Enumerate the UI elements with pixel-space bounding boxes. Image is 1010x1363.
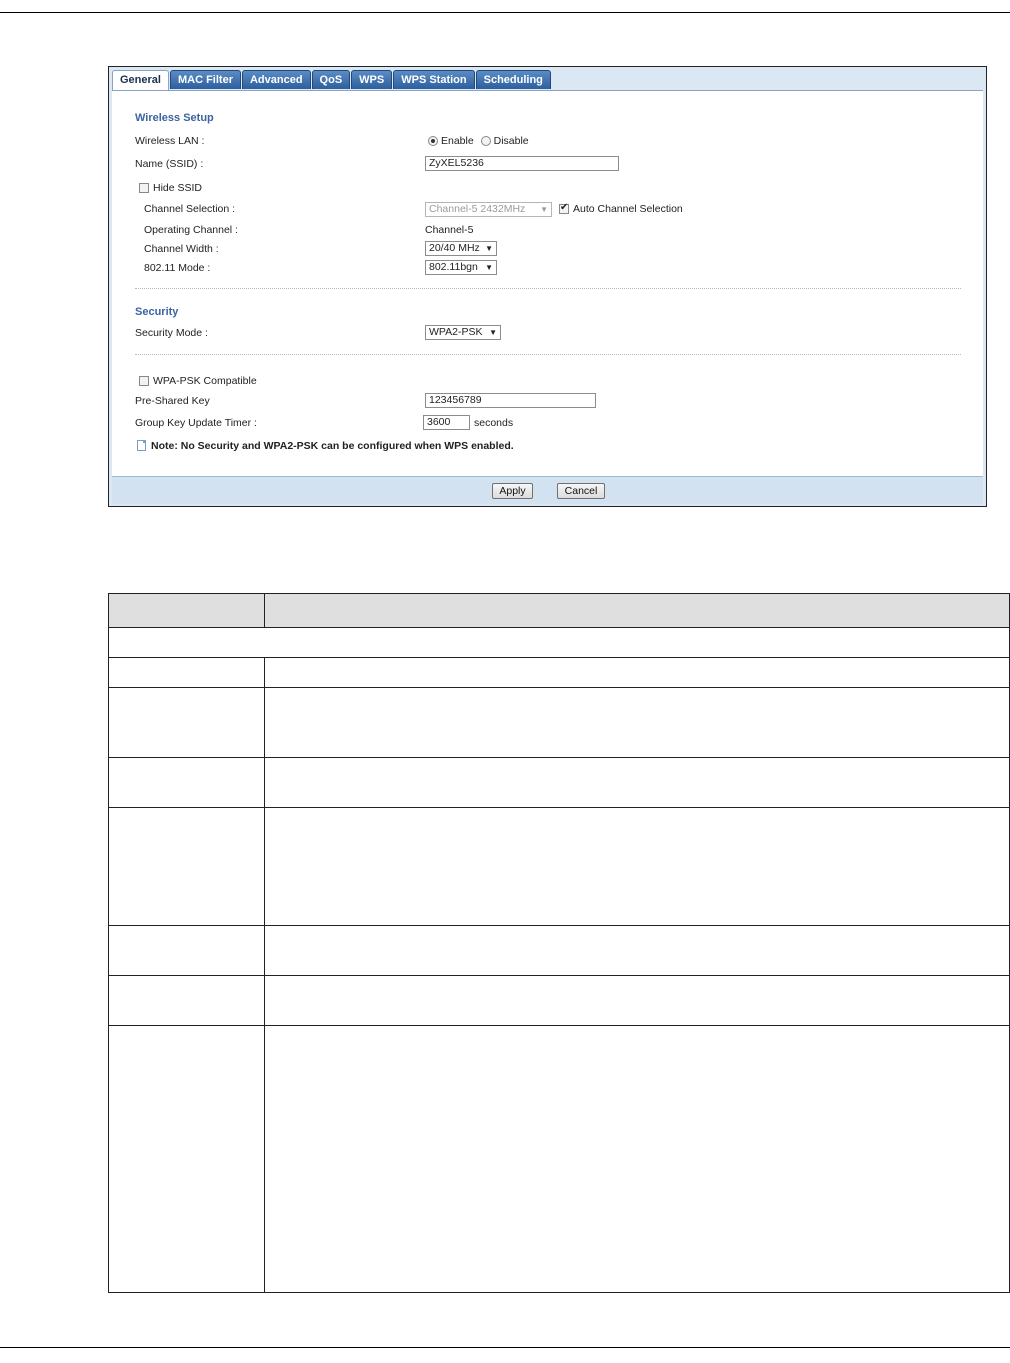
table-row	[108, 758, 1010, 808]
security-mode-label: Security Mode :	[135, 327, 208, 339]
tab-qos[interactable]: QoS	[311, 70, 351, 89]
table-header-row	[108, 593, 1010, 628]
table-section-row	[108, 628, 1010, 658]
disable-radio[interactable]	[480, 136, 491, 146]
chevron-down-icon: ▼	[540, 205, 548, 214]
mode-value: 802.11bgn	[429, 261, 478, 273]
button-bar: Apply Cancel	[112, 476, 983, 504]
group-key-label: Group Key Update Timer :	[135, 417, 257, 429]
tab-advanced[interactable]: Advanced	[241, 70, 311, 89]
wpa-psk-compatible-label: WPA-PSK Compatible	[153, 375, 257, 387]
wireless-setup-title: Wireless Setup	[135, 112, 214, 124]
chevron-down-icon: ▼	[485, 244, 493, 253]
table-row	[108, 658, 1010, 688]
table-row	[108, 926, 1010, 976]
ssid-input[interactable]: ZyXEL5236	[425, 156, 619, 171]
seconds-label: seconds	[474, 417, 514, 429]
disable-radio-label: Disable	[493, 135, 529, 147]
hide-ssid-row: Hide SSID	[139, 182, 202, 194]
table-row	[108, 976, 1010, 1026]
channel-width-label: Channel Width :	[144, 243, 219, 255]
security-mode-select[interactable]: WPA2-PSK ▼	[425, 325, 501, 340]
chevron-down-icon: ▼	[485, 263, 493, 272]
column-divider	[264, 808, 265, 925]
channel-width-value: 20/40 MHz	[429, 242, 480, 254]
table-row	[108, 808, 1010, 926]
psk-label: Pre-Shared Key	[135, 395, 210, 407]
tab-scheduling[interactable]: Scheduling	[475, 70, 551, 89]
hide-ssid-checkbox[interactable]	[139, 183, 149, 193]
enable-radio[interactable]	[428, 136, 438, 146]
wps-note: Note: No Security and WPA2-PSK can be co…	[151, 440, 514, 452]
column-divider	[264, 688, 265, 757]
page-bottom-rule	[0, 1347, 1010, 1348]
operating-channel-value: Channel-5	[425, 224, 474, 236]
general-panel: Wireless Setup Wireless LAN : Enable Dis…	[112, 90, 983, 476]
column-divider	[264, 1026, 265, 1292]
column-divider	[264, 658, 265, 687]
security-title: Security	[135, 306, 179, 318]
psk-input[interactable]: 123456789	[425, 393, 596, 408]
note-icon	[137, 440, 146, 451]
group-key-input[interactable]: 3600	[423, 415, 470, 430]
table-row	[108, 688, 1010, 758]
column-divider	[264, 926, 265, 975]
section-divider	[135, 288, 961, 289]
mode-select[interactable]: 802.11bgn ▼	[425, 260, 497, 275]
wireless-settings-screenshot: General MAC Filter Advanced QoS WPS WPS …	[108, 66, 987, 507]
ssid-label: Name (SSID) :	[135, 158, 204, 170]
channel-selection-select[interactable]: Channel-5 2432MHz ▼	[425, 202, 552, 217]
channel-selection-label: Channel Selection :	[144, 203, 236, 215]
mode-label: 802.11 Mode :	[144, 262, 211, 274]
column-divider	[264, 976, 265, 1025]
tab-wps[interactable]: WPS	[351, 70, 393, 89]
column-divider	[264, 594, 265, 627]
auto-channel-label: Auto Channel Selection	[573, 203, 683, 215]
page-top-rule	[0, 12, 1010, 13]
apply-button[interactable]: Apply	[492, 483, 533, 499]
channel-width-select[interactable]: 20/40 MHz ▼	[425, 241, 497, 256]
wireless-lan-label: Wireless LAN :	[135, 135, 205, 147]
tab-mac-filter[interactable]: MAC Filter	[169, 70, 241, 89]
column-divider	[264, 758, 265, 807]
tab-general[interactable]: General	[112, 70, 169, 91]
tab-wps-station[interactable]: WPS Station	[393, 70, 475, 89]
wpa-psk-compatible-checkbox[interactable]	[139, 376, 149, 386]
wpa-psk-compatible-row: WPA-PSK Compatible	[139, 375, 257, 387]
hide-ssid-label: Hide SSID	[153, 182, 203, 194]
operating-channel-label: Operating Channel :	[144, 224, 238, 236]
chevron-down-icon: ▼	[489, 328, 497, 337]
cancel-button[interactable]: Cancel	[557, 483, 605, 499]
auto-channel-checkbox[interactable]	[559, 202, 569, 214]
auto-channel-row: Auto Channel Selection	[559, 202, 683, 215]
wireless-lan-radio-group: Enable Disable	[428, 135, 529, 147]
table-row	[108, 1026, 1010, 1293]
section-divider	[135, 354, 961, 355]
security-mode-value: WPA2-PSK	[429, 326, 483, 338]
channel-selection-value: Channel-5 2432MHz	[429, 203, 526, 215]
enable-radio-label: Enable	[441, 135, 474, 147]
tab-bar: General MAC Filter Advanced QoS WPS WPS …	[112, 70, 552, 91]
